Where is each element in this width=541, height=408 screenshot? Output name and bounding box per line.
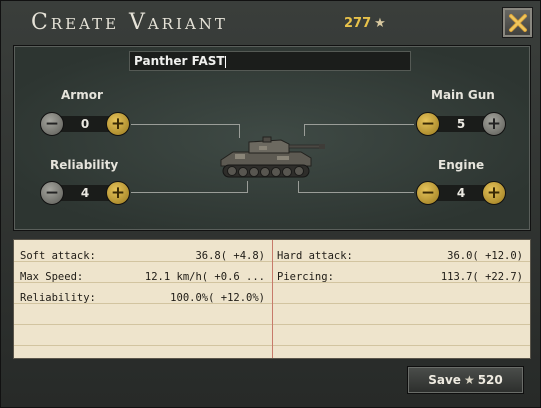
panther-tank-image: [220, 136, 325, 178]
close-x-icon: [509, 14, 527, 32]
reliability-decrease-button[interactable]: −: [40, 181, 64, 205]
engine-increase-button[interactable]: +: [482, 181, 506, 205]
stat-label: Reliability:: [20, 292, 96, 304]
stat-value: 113.7( +22.7): [440, 271, 523, 283]
star-icon: ★: [374, 16, 386, 31]
reliability-increase-button[interactable]: +: [106, 181, 130, 205]
engine-label: Engine: [438, 158, 485, 172]
reliability-label: Reliability: [50, 158, 119, 172]
close-button[interactable]: [502, 7, 533, 38]
reliability-connector-line: [131, 192, 247, 193]
stat-value: 36.8( +4.8): [195, 250, 265, 262]
armor-connector-line: [131, 124, 239, 125]
variant-name-input[interactable]: Panther FAST: [129, 51, 411, 71]
cost-value: 277: [344, 16, 372, 31]
create-variant-dialog: Create Variant 277 ★ Panther FAST Armor −…: [0, 0, 541, 408]
reliability-stepper: − 4 +: [40, 181, 130, 205]
stat-value: 36.0( +12.0): [447, 250, 523, 262]
armor-label: Armor: [61, 88, 103, 102]
save-label: Save: [428, 373, 461, 387]
variant-name-value: Panther FAST: [134, 54, 225, 68]
dialog-title: Create Variant: [31, 10, 228, 35]
main-gun-stepper: − 5 +: [416, 112, 506, 136]
main-gun-value: 5: [456, 117, 466, 131]
save-button[interactable]: Save ★ 520: [407, 366, 524, 394]
main-gun-decrease-button[interactable]: −: [416, 112, 440, 136]
text-caret: [224, 55, 226, 68]
engine-connector-line: [298, 192, 414, 193]
reliability-value: 4: [80, 186, 90, 200]
star-icon: ★: [463, 373, 475, 387]
engine-value: 4: [456, 186, 466, 200]
stat-value: 100.0%( +12.0%): [170, 292, 265, 304]
engine-decrease-button[interactable]: −: [416, 181, 440, 205]
engine-stepper: − 4 +: [416, 181, 506, 205]
cost-display: 277 ★: [344, 16, 386, 31]
stat-label: Piercing:: [277, 271, 334, 283]
main-gun-connector-line: [304, 124, 414, 125]
main-gun-increase-button[interactable]: +: [482, 112, 506, 136]
sheet-divider: [272, 240, 273, 358]
stat-value: 12.1 km/h( +0.6 ...: [144, 271, 265, 283]
armor-stepper: − 0 +: [40, 112, 130, 136]
armor-decrease-button[interactable]: −: [40, 112, 64, 136]
stat-label: Max Speed:: [20, 271, 84, 283]
save-cost: 520: [477, 373, 503, 387]
armor-value: 0: [80, 117, 90, 131]
armor-increase-button[interactable]: +: [106, 112, 130, 136]
stat-label: Hard attack:: [277, 250, 353, 262]
main-gun-label: Main Gun: [431, 88, 495, 102]
stat-label: Soft attack:: [20, 250, 96, 262]
